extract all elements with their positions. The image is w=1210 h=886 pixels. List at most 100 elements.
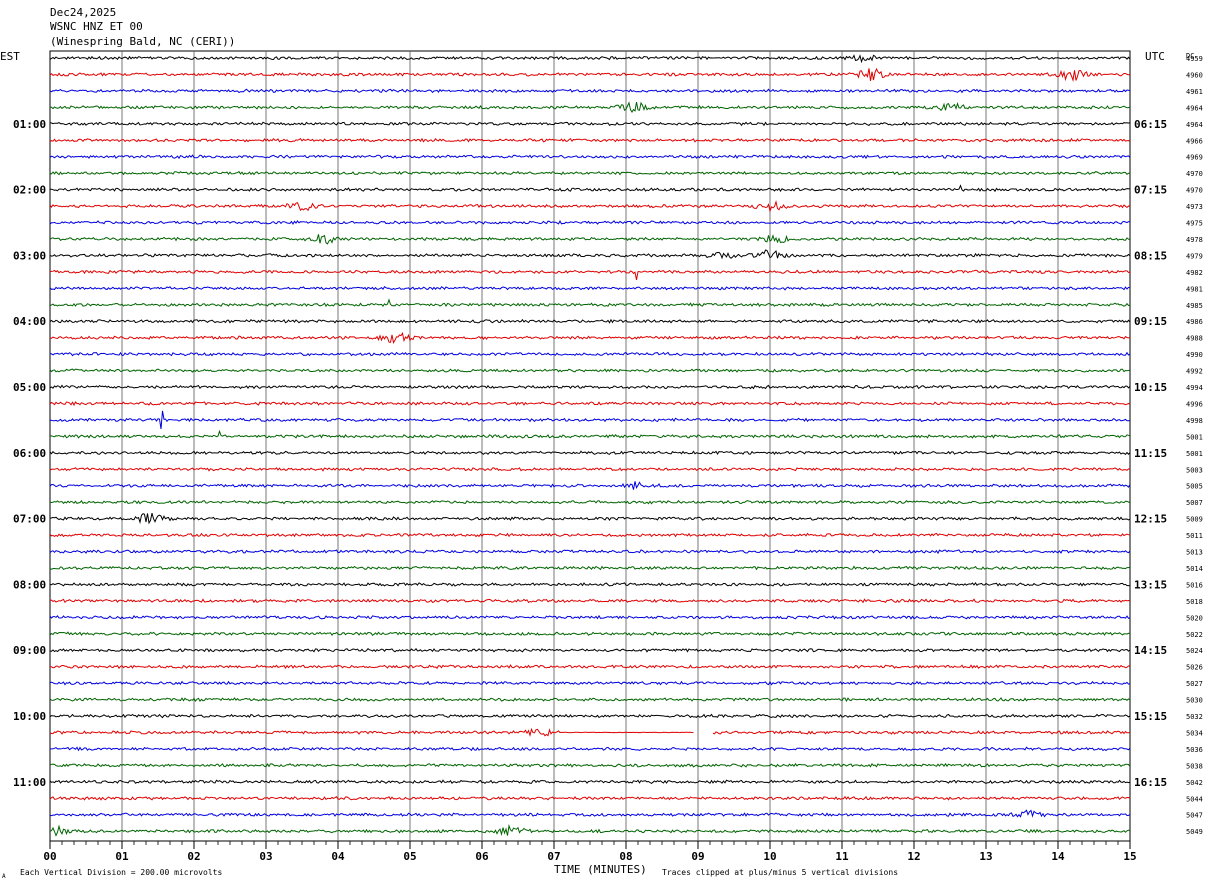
est-hour-label: 07:00	[13, 513, 46, 526]
dc-offset-label: 4959	[1186, 55, 1203, 63]
seismic-trace	[49, 331, 1131, 344]
dc-offset-label: 5034	[1186, 729, 1203, 737]
dc-offset-label: 5013	[1186, 549, 1203, 557]
utc-hour-label: 13:15	[1134, 578, 1167, 591]
x-tick-label: 06	[475, 850, 489, 863]
seismic-trace	[49, 101, 1131, 113]
utc-hour-label: 09:15	[1134, 315, 1167, 328]
x-tick-label: 04	[331, 850, 345, 863]
dc-offset-label: 5018	[1186, 598, 1203, 606]
est-hour-label: 01:00	[13, 118, 46, 131]
seismic-trace	[49, 200, 1131, 213]
dc-offset-label: 4978	[1186, 236, 1203, 244]
plot-frame	[49, 50, 1131, 842]
dc-offset-label: 4975	[1186, 220, 1203, 228]
dc-offset-label: 5014	[1186, 565, 1203, 573]
seismic-trace	[49, 184, 1131, 193]
utc-hour-label: 10:15	[1134, 381, 1167, 394]
seismic-trace	[49, 648, 1131, 653]
dc-offset-label: 4988	[1186, 335, 1203, 343]
dc-offset-label: 4985	[1186, 302, 1203, 310]
seismic-trace	[49, 285, 1131, 291]
x-tick-label: 15	[1123, 850, 1136, 863]
dc-offset-label: 4961	[1186, 88, 1203, 96]
seismic-trace	[49, 565, 1131, 571]
seismic-trace	[49, 795, 1131, 801]
trace-group	[49, 54, 1131, 837]
date-label: Dec24,2025	[50, 6, 116, 19]
dc-offset-label: 5011	[1186, 532, 1203, 540]
dc-offset-label: 5027	[1186, 680, 1203, 688]
dc-offset-label: 5049	[1186, 828, 1203, 836]
dc-offset-label: 4964	[1186, 104, 1203, 112]
x-axis-ticks: 00 01 02 03 04 05 06 07 08 09 10 11 12 13 14 15	[43, 841, 1137, 863]
x-tick-label: 00	[43, 850, 56, 863]
seismic-trace	[49, 697, 1131, 703]
dc-offset-label: 5030	[1186, 697, 1203, 705]
x-tick-label: 08	[619, 850, 632, 863]
seismic-trace	[49, 582, 1131, 587]
seismic-trace	[49, 234, 1131, 245]
scale-note: Each Vertical Division = 200.00 microvol…	[20, 868, 222, 877]
seismic-trace	[712, 730, 1131, 735]
dc-offset-label: 5007	[1186, 499, 1203, 507]
seismic-trace	[49, 429, 1131, 439]
x-tick-label: 11	[835, 850, 849, 863]
x-tick-label: 05	[403, 850, 416, 863]
seismic-trace	[49, 137, 1131, 143]
utc-hour-label: 07:15	[1134, 184, 1167, 197]
seismic-trace	[49, 664, 1131, 670]
x-tick-label: 02	[187, 850, 200, 863]
seismic-trace	[49, 809, 1131, 818]
x-tick-label: 09	[691, 850, 704, 863]
x-tick-label: 03	[259, 850, 272, 863]
seismic-trace	[50, 351, 1131, 357]
dc-offset-label: 4964	[1186, 121, 1203, 129]
dc-offset-label: 5047	[1186, 812, 1203, 820]
location-label: (Winespring Bald, NC (CERI))	[50, 35, 235, 48]
seismic-trace	[49, 67, 1131, 83]
seismic-trace	[49, 779, 1131, 785]
seismic-trace	[49, 532, 1131, 538]
seismic-trace	[49, 220, 1131, 225]
utc-hour-label: 15:15	[1134, 710, 1167, 723]
dc-offset-label: 5038	[1186, 762, 1203, 770]
x-tick-label: 13	[979, 850, 992, 863]
seismic-trace	[49, 401, 1131, 407]
utc-hour-label: 06:15	[1134, 118, 1167, 131]
dc-offset-label: 5003	[1186, 466, 1203, 474]
utc-hour-label: 14:15	[1134, 644, 1167, 657]
dc-offset-label: 4994	[1186, 384, 1203, 392]
est-hour-label: 04:00	[13, 315, 46, 328]
dc-offset-label: 5036	[1186, 746, 1203, 754]
seismic-trace	[50, 746, 1131, 752]
seismic-trace	[49, 410, 1131, 429]
station-label: WSNC HNZ ET 00	[50, 20, 143, 33]
x-axis-label: TIME (MINUTES)	[554, 863, 647, 876]
utc-hour-labels: 06:15 07:15 08:15 09:15 10:15 11:15 12:15 13:15…	[1134, 118, 1167, 789]
x-tick-label: 10	[763, 850, 776, 863]
seismic-trace	[49, 631, 1131, 637]
dc-offset-labels: 4959 4960 4961 4964 4964 4966 4969 4970 4970 4973…	[1186, 55, 1203, 836]
seismic-trace	[49, 384, 1131, 390]
dc-offset-label: 4998	[1186, 417, 1203, 425]
seismic-trace	[49, 823, 1131, 837]
seismic-trace	[49, 549, 1131, 555]
est-hour-label: 11:00	[13, 776, 46, 789]
dc-offset-label: 4966	[1186, 137, 1203, 145]
seismic-trace	[49, 88, 1131, 94]
x-tick-label: 14	[1051, 850, 1065, 863]
seismic-trace	[49, 680, 1131, 686]
dc-offset-label: 4981	[1186, 285, 1203, 293]
seismic-trace	[49, 499, 1131, 505]
seismic-trace	[49, 298, 1131, 308]
seismic-trace	[49, 154, 1131, 160]
est-hour-label: 08:00	[13, 578, 46, 591]
seismogram-chart: Dec24,2025 WSNC HNZ ET 00 (Winespring Ba…	[0, 6, 1203, 880]
dc-offset-label: 5042	[1186, 779, 1203, 787]
seismic-trace	[49, 54, 1131, 64]
dc-offset-label: 5022	[1186, 631, 1203, 639]
dc-offset-label: 4969	[1186, 154, 1203, 162]
dc-offset-label: 4970	[1186, 187, 1203, 195]
seismic-trace	[50, 121, 1131, 127]
